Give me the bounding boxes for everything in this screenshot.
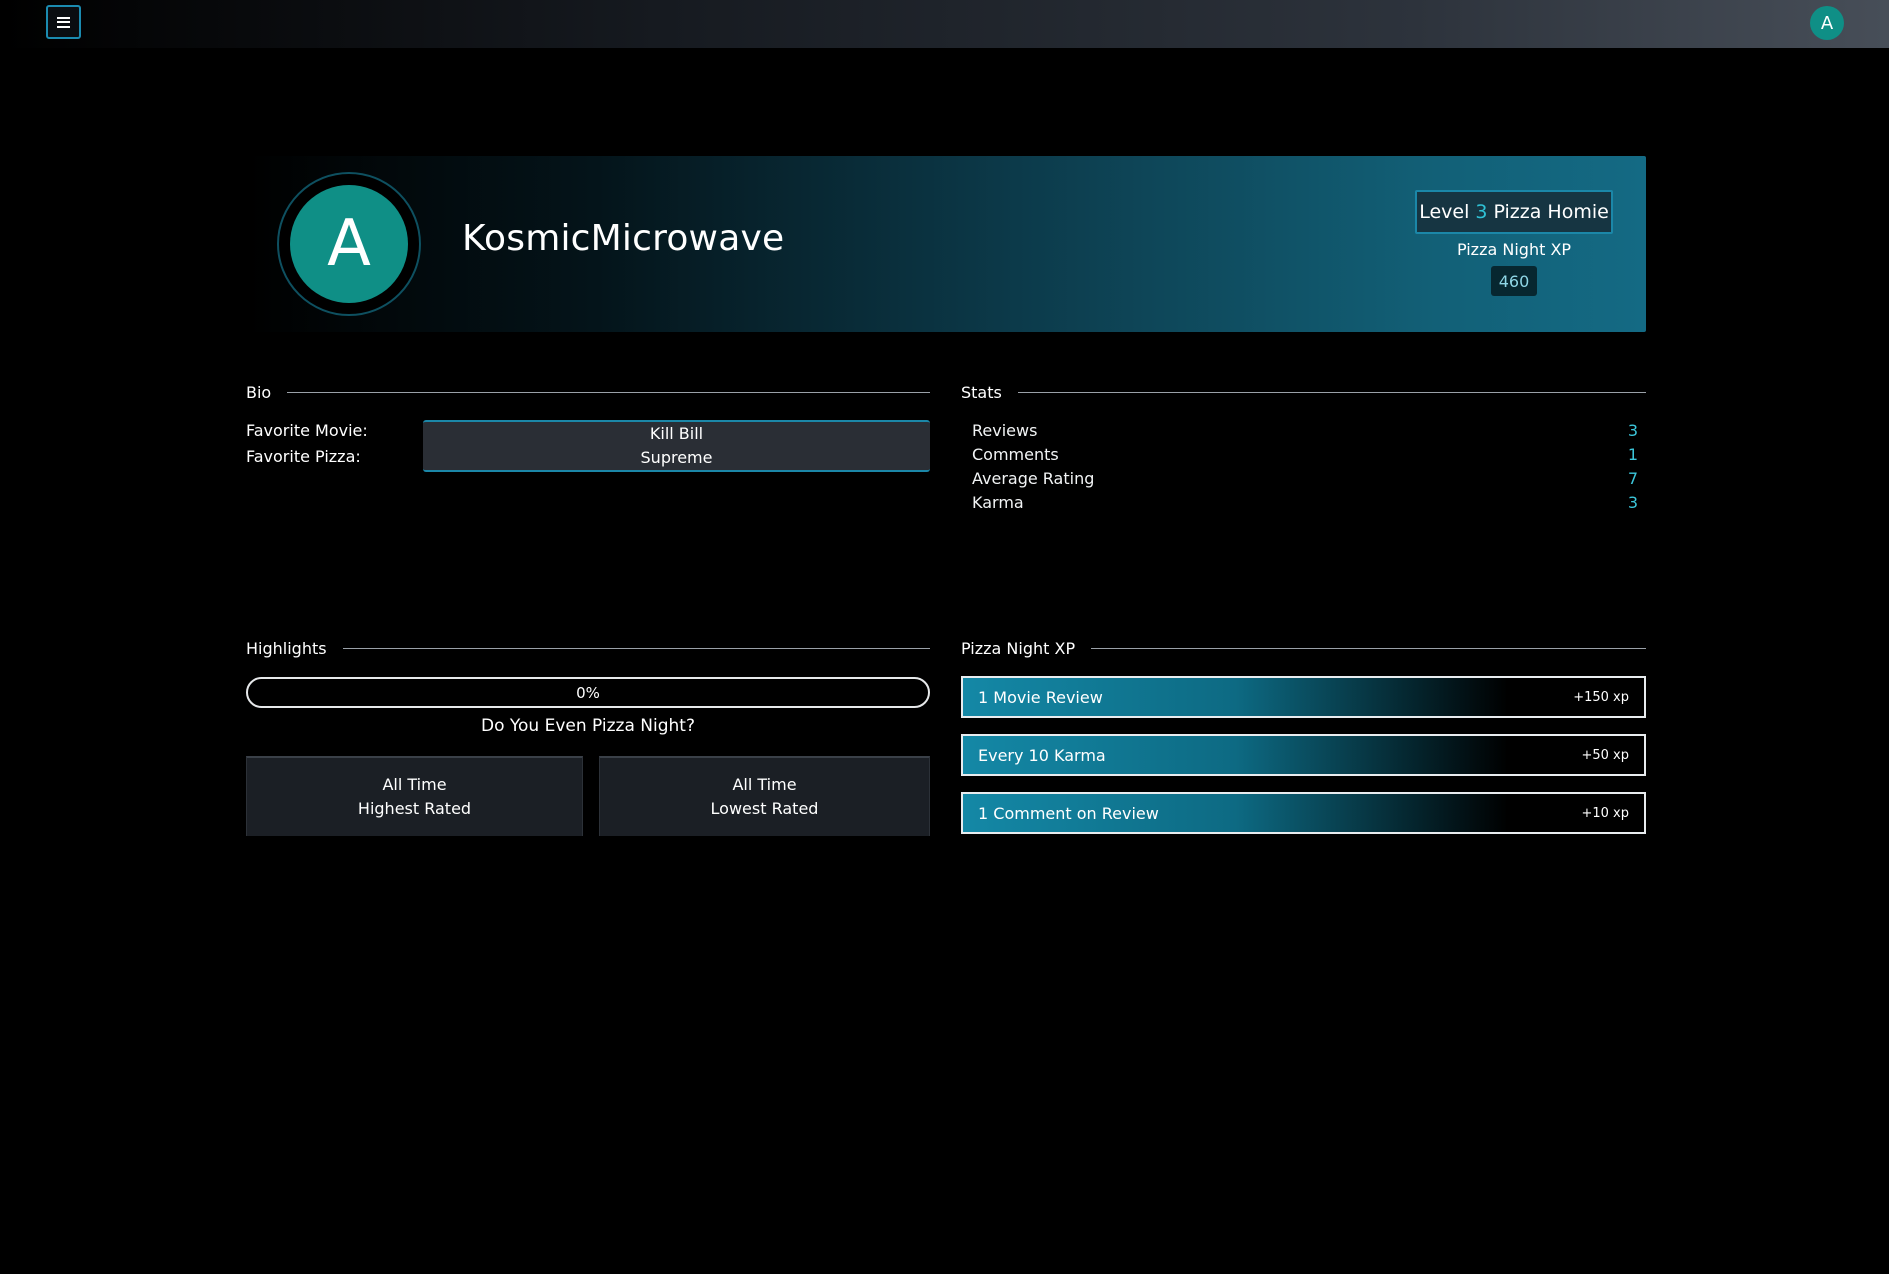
username: KosmicMicrowave <box>462 218 785 259</box>
progress-caption: Do You Even Pizza Night? <box>480 716 695 736</box>
progress-text: 0% <box>576 683 600 702</box>
xp-value-badge: 460 <box>1491 266 1537 296</box>
stat-label: Karma <box>972 493 1024 512</box>
lowest-rated-card[interactable]: All Time Lowest Rated <box>599 756 930 836</box>
bio-heading: Bio <box>246 382 930 402</box>
xp-rule-points: +10 xp <box>1581 805 1629 821</box>
favorite-movie-value: Kill Bill <box>649 424 704 443</box>
stat-label: Average Rating <box>972 469 1095 488</box>
stat-row: Average Rating 7 <box>972 469 1638 488</box>
xp-rules-heading-label: Pizza Night XP <box>961 638 1076 658</box>
stat-row: Reviews 3 <box>972 421 1638 440</box>
user-avatar-button[interactable]: A <box>1810 6 1844 40</box>
stat-label: Reviews <box>972 421 1038 440</box>
stat-row: Comments 1 <box>972 445 1638 464</box>
favorite-movie-label: Favorite Movie: <box>246 421 368 440</box>
divider <box>287 391 930 393</box>
card-line: Lowest Rated <box>710 799 819 818</box>
hamburger-icon <box>57 16 70 28</box>
progress-bar: 0% <box>246 677 930 708</box>
bio-heading-label: Bio <box>246 382 272 402</box>
stat-value: 1 <box>1627 445 1638 464</box>
profile-avatar: A <box>290 185 408 303</box>
xp-rule-row: 1 Movie Review +150 xp <box>961 676 1646 718</box>
highlights-heading-label: Highlights <box>246 638 327 658</box>
favorite-pizza-label: Favorite Pizza: <box>246 447 361 466</box>
xp-label: Pizza Night XP <box>1456 240 1572 259</box>
favorite-pizza-value: Supreme <box>640 448 713 467</box>
xp-rules-heading: Pizza Night XP <box>961 638 1646 658</box>
highlights-heading: Highlights <box>246 638 930 658</box>
stat-value: 3 <box>1627 493 1638 512</box>
stat-label: Comments <box>972 445 1059 464</box>
xp-rule-row: 1 Comment on Review +10 xp <box>961 792 1646 834</box>
stat-value: 7 <box>1627 469 1638 488</box>
bio-values-box: Kill Bill Supreme <box>423 420 930 472</box>
level-number: 3 <box>1475 201 1488 223</box>
stats-heading: Stats <box>961 382 1646 402</box>
card-line: Highest Rated <box>357 799 472 818</box>
highest-rated-card[interactable]: All Time Highest Rated <box>246 756 583 836</box>
card-line: All Time <box>732 775 797 794</box>
stat-value: 3 <box>1627 421 1638 440</box>
level-badge: Level 3 Pizza Homie <box>1415 190 1613 234</box>
divider <box>342 647 930 649</box>
profile-header: A KosmicMicrowave Level 3 Pizza Homie Pi… <box>246 156 1646 332</box>
xp-rule-name: 1 Movie Review <box>978 687 1103 707</box>
card-line: All Time <box>382 775 447 794</box>
level-prefix: Level <box>1419 201 1470 223</box>
stats-heading-label: Stats <box>961 382 1002 402</box>
xp-rule-name: 1 Comment on Review <box>978 803 1159 823</box>
xp-rule-name: Every 10 Karma <box>978 745 1106 765</box>
divider <box>1017 391 1646 393</box>
top-navbar: A <box>0 0 1889 48</box>
xp-rule-row: Every 10 Karma +50 xp <box>961 734 1646 776</box>
xp-rule-points: +150 xp <box>1573 689 1629 705</box>
menu-toggle-button[interactable] <box>46 5 81 39</box>
divider <box>1091 647 1646 649</box>
xp-rule-points: +50 xp <box>1581 747 1629 763</box>
stat-row: Karma 3 <box>972 493 1638 512</box>
level-title: Pizza Homie <box>1493 201 1609 223</box>
